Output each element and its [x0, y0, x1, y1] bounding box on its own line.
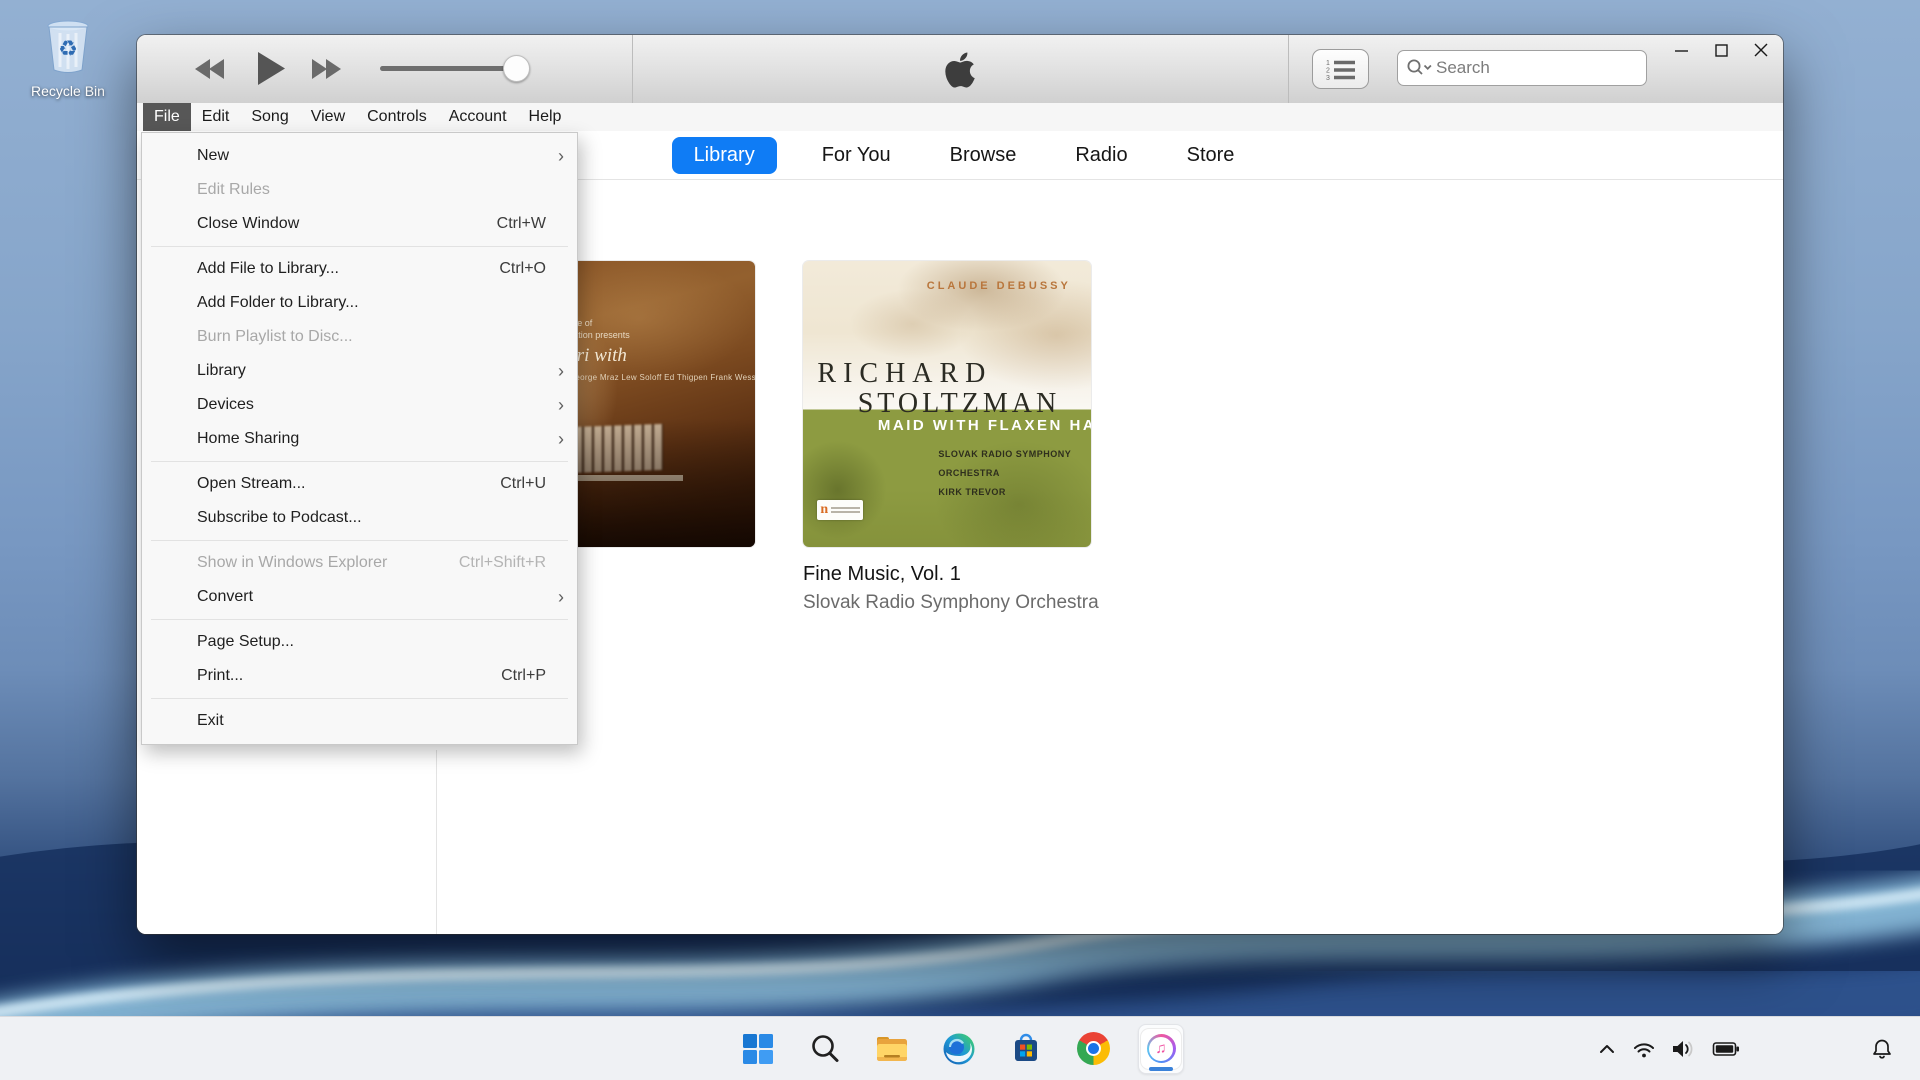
recycle-bin-label: Recycle Bin [22, 83, 114, 99]
menu-view[interactable]: View [300, 103, 356, 131]
edge-button[interactable] [937, 1025, 981, 1073]
cover-composer: CLAUDE DEBUSSY [927, 280, 1071, 292]
list-view-icon: 123 [1325, 57, 1357, 81]
taskbar: ♫ [0, 1016, 1920, 1080]
cover-orchestra: SLOVAK RADIO SYMPHONY ORCHESTRA [938, 449, 1071, 478]
record-label-logo: n [817, 500, 863, 520]
menu-item-add-file-to-library[interactable]: Add File to Library...Ctrl+O [142, 252, 577, 286]
file-explorer-button[interactable] [870, 1025, 914, 1073]
menu-separator [151, 246, 568, 247]
search-box[interactable] [1397, 50, 1647, 86]
submenu-chevron-icon: › [546, 147, 564, 165]
menu-item-page-setup[interactable]: Page Setup... [142, 625, 577, 659]
music-note-icon: ♫ [1155, 1040, 1166, 1057]
titlebar[interactable]: 123 [137, 35, 1783, 104]
menu-help[interactable]: Help [518, 103, 573, 131]
menu-separator [151, 540, 568, 541]
itunes-button[interactable]: ♫ [1138, 1024, 1184, 1074]
microsoft-store-icon [1009, 1032, 1043, 1066]
menu-item-subscribe-to-podcast[interactable]: Subscribe to Podcast... [142, 501, 577, 535]
menu-separator [151, 698, 568, 699]
chrome-icon [1077, 1032, 1110, 1065]
tab-browse[interactable]: Browse [936, 137, 1031, 174]
taskbar-search-button[interactable] [803, 1025, 847, 1073]
start-button[interactable] [736, 1025, 780, 1073]
maximize-button[interactable] [1707, 37, 1735, 63]
recycle-bin-icon: ♻ [39, 14, 97, 76]
menu-item-add-folder-to-library[interactable]: Add Folder to Library... [142, 286, 577, 320]
recycle-bin[interactable]: ♻ Recycle Bin [22, 14, 114, 99]
minimize-button[interactable] [1667, 37, 1695, 63]
menu-item-burn-playlist-to-disc: Burn Playlist to Disc... [142, 320, 577, 354]
submenu-chevron-icon: › [546, 396, 564, 414]
titlebar-divider [1288, 35, 1289, 103]
fast-forward-button[interactable] [311, 58, 343, 80]
search-icon [809, 1033, 841, 1065]
submenu-chevron-icon: › [546, 588, 564, 606]
menu-file[interactable]: File [143, 103, 191, 131]
menu-item-close-window[interactable]: Close WindowCtrl+W [142, 207, 577, 241]
menu-controls[interactable]: Controls [356, 103, 438, 131]
menu-item-show-in-windows-explorer: Show in Windows ExplorerCtrl+Shift+R [142, 546, 577, 580]
cover-performer-last: STOLTZMAN [858, 388, 1060, 420]
menu-item-open-stream[interactable]: Open Stream...Ctrl+U [142, 467, 577, 501]
close-button[interactable] [1747, 37, 1775, 63]
play-button[interactable] [257, 52, 285, 85]
battery-icon[interactable] [1712, 1039, 1740, 1059]
itunes-icon: ♫ [1140, 1028, 1182, 1070]
titlebar-divider [632, 35, 633, 103]
menu-edit[interactable]: Edit [191, 103, 241, 131]
menu-separator [151, 461, 568, 462]
menu-item-home-sharing[interactable]: Home Sharing› [142, 422, 577, 456]
svg-text:3: 3 [1326, 75, 1330, 81]
menubar: File Edit Song View Controls Account Hel… [137, 103, 1783, 131]
cover-album-banner: MAID WITH FLAXEN HAIR [878, 417, 1091, 434]
volume-slider-thumb[interactable] [503, 55, 530, 82]
tab-library[interactable]: Library [672, 137, 777, 174]
menu-item-new[interactable]: New› [142, 139, 577, 173]
menu-item-exit[interactable]: Exit [142, 704, 577, 738]
volume-icon[interactable] [1671, 1038, 1697, 1060]
album-artist[interactable]: Slovak Radio Symphony Orchestra [803, 592, 1099, 614]
file-explorer-icon [874, 1033, 910, 1065]
menu-account[interactable]: Account [438, 103, 518, 131]
desktop: ♻ Recycle Bin [0, 0, 1920, 1080]
up-next-list-button[interactable]: 123 [1312, 49, 1369, 89]
menu-item-library[interactable]: Library› [142, 354, 577, 388]
svg-text:♻: ♻ [58, 37, 78, 62]
album-cover-fine-music[interactable]: CLAUDE DEBUSSY RICHARD STOLTZMAN MAID WI… [803, 261, 1091, 547]
file-menu: New›Edit RulesClose WindowCtrl+W Add File… [141, 132, 578, 745]
itunes-window: 123 [137, 35, 1783, 934]
wifi-icon[interactable] [1632, 1038, 1656, 1060]
menu-song[interactable]: Song [240, 103, 299, 131]
tab-radio[interactable]: Radio [1061, 137, 1141, 174]
submenu-chevron-icon: › [546, 430, 564, 448]
submenu-chevron-icon: › [546, 362, 564, 380]
search-input[interactable] [1434, 57, 1638, 79]
svg-text:1: 1 [1326, 60, 1330, 67]
menu-item-edit-rules: Edit Rules [142, 173, 577, 207]
chrome-button[interactable] [1071, 1025, 1115, 1073]
tab-store[interactable]: Store [1173, 137, 1249, 174]
rewind-button[interactable] [194, 58, 226, 80]
start-icon [742, 1033, 774, 1065]
menu-item-print[interactable]: Print...Ctrl+P [142, 659, 577, 693]
menu-item-devices[interactable]: Devices› [142, 388, 577, 422]
search-icon [1406, 58, 1434, 78]
pane-divider [436, 750, 437, 934]
menu-separator [151, 619, 568, 620]
active-app-indicator [1149, 1067, 1173, 1071]
album-title[interactable]: Fine Music, Vol. 1 [803, 563, 1099, 586]
svg-text:2: 2 [1326, 68, 1330, 75]
bell-icon[interactable] [1870, 1037, 1894, 1061]
album-caption: Fine Music, Vol. 1 Slovak Radio Symphony… [803, 563, 1099, 614]
cover-performer-first: RICHARD [817, 358, 992, 390]
tray-chevron-up-icon[interactable] [1597, 1039, 1617, 1059]
microsoft-store-button[interactable] [1004, 1025, 1048, 1073]
menu-item-convert[interactable]: Convert› [142, 580, 577, 614]
apple-logo-icon [943, 50, 977, 90]
cover-conductor: KIRK TREVOR [938, 487, 1006, 497]
edge-icon [942, 1032, 976, 1066]
tab-for-you[interactable]: For You [808, 137, 905, 174]
